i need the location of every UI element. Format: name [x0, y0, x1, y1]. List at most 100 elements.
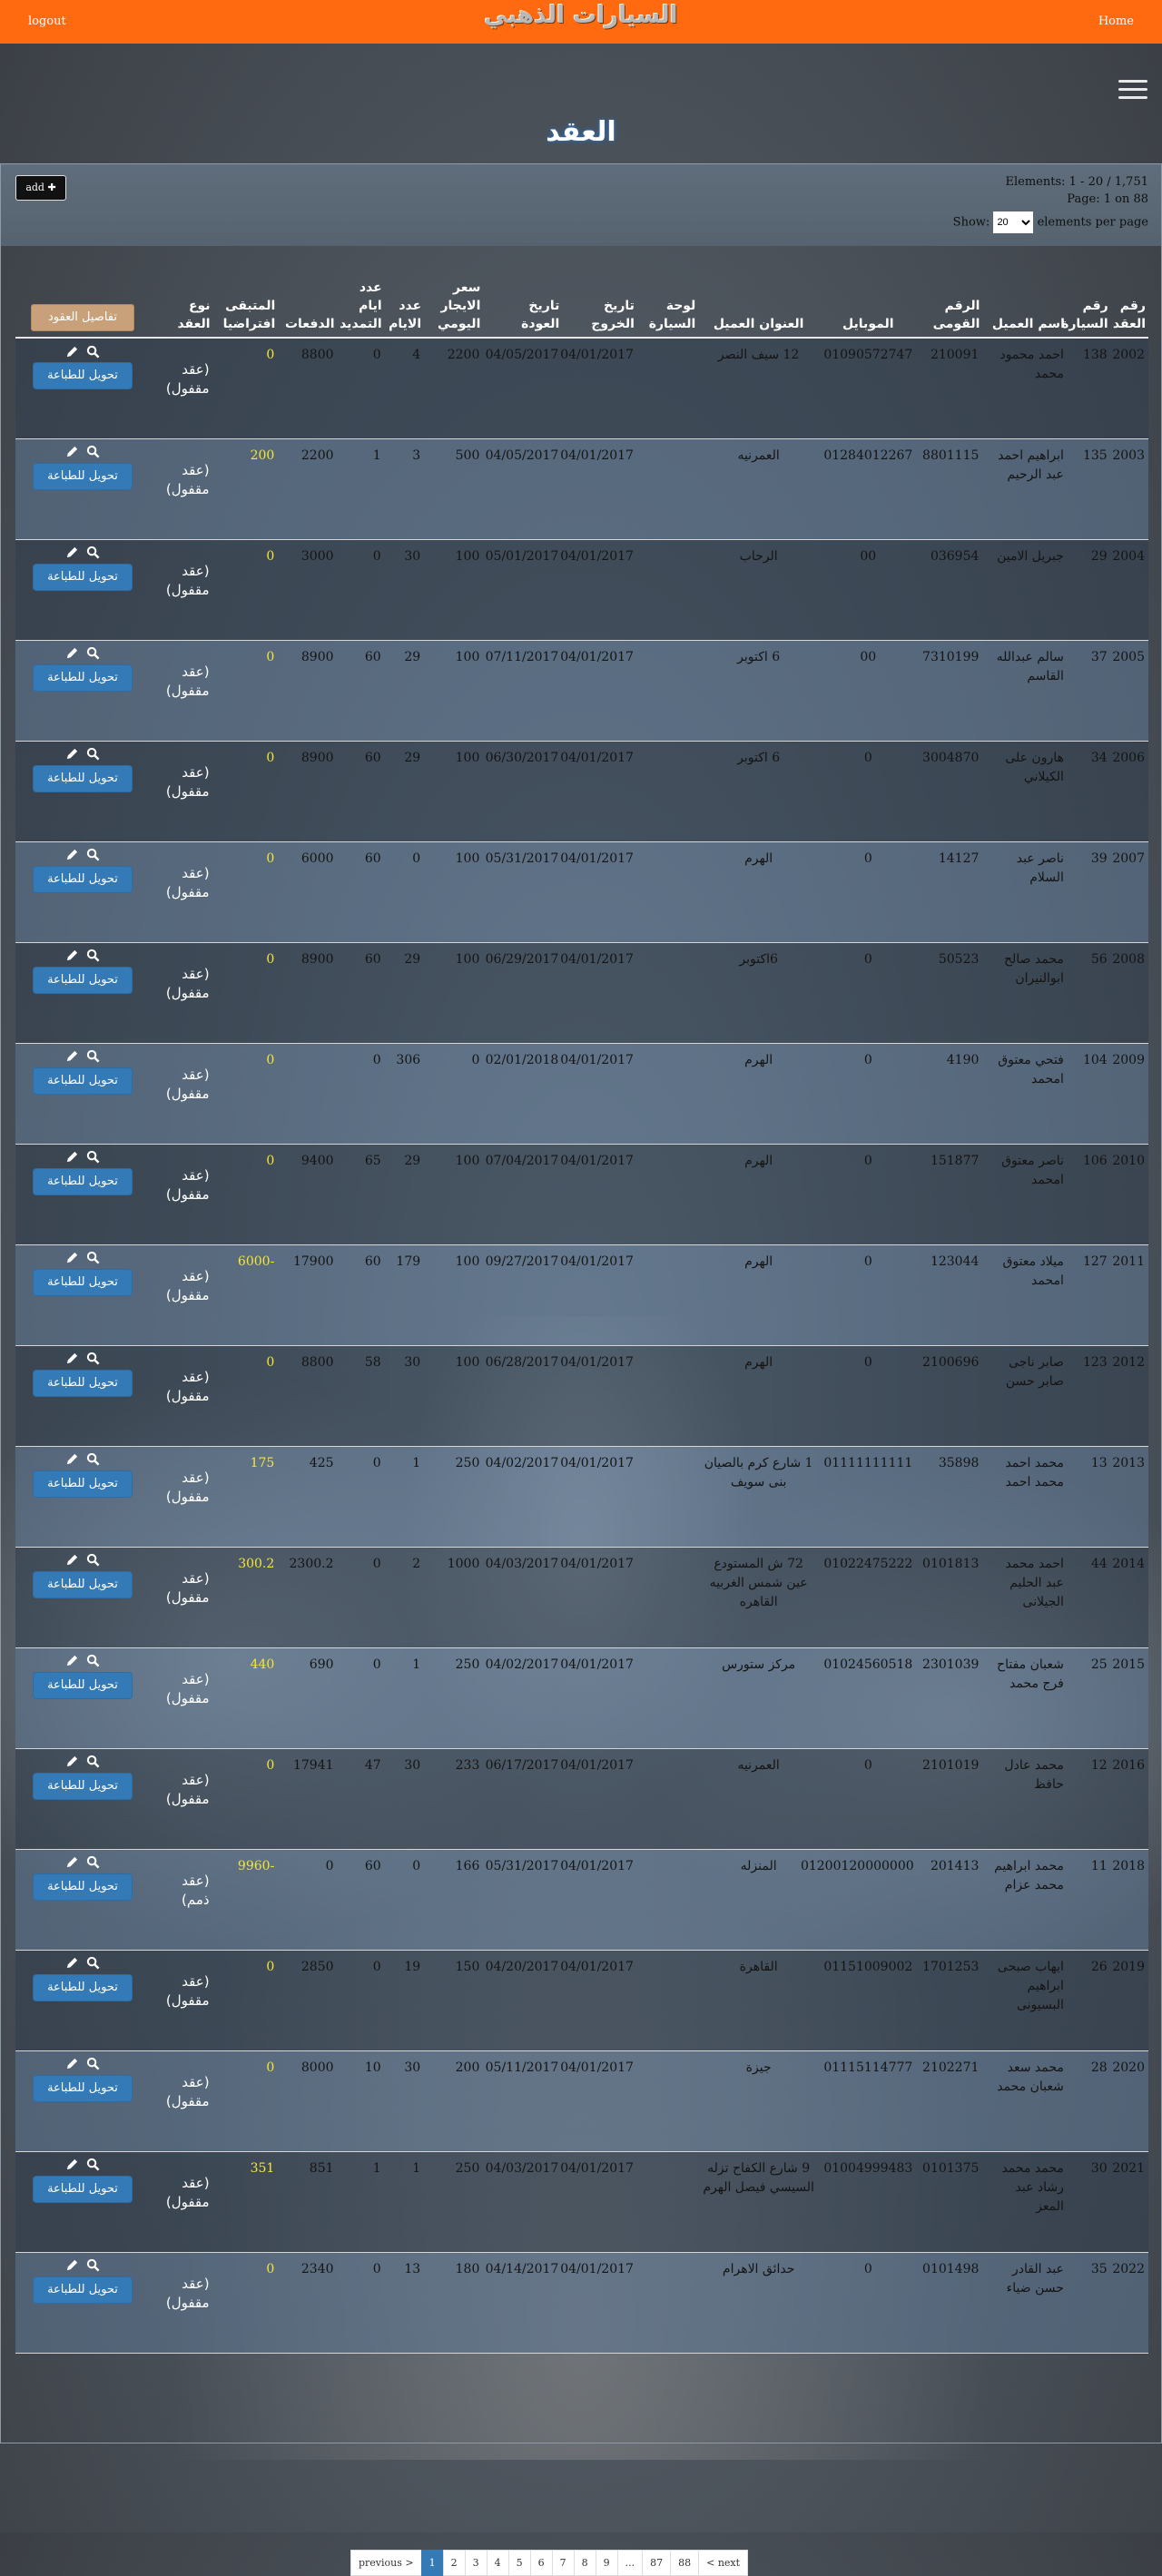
- print-button[interactable]: تحويل للطباعة: [33, 563, 133, 591]
- search-icon[interactable]: [86, 1049, 100, 1063]
- th-daily-rate[interactable]: سعر الايجار اليومي: [424, 255, 484, 339]
- search-icon[interactable]: [86, 546, 100, 559]
- th-payments[interactable]: الدفعات: [278, 255, 338, 339]
- print-button[interactable]: تحويل للطباعة: [33, 1671, 133, 1699]
- page-link[interactable]: 7: [551, 2550, 575, 2576]
- print-button[interactable]: تحويل للطباعة: [33, 1470, 133, 1498]
- page-link[interactable]: 6: [529, 2550, 553, 2576]
- th-remaining[interactable]: المتبقى افتراضيا: [212, 255, 279, 339]
- th-mobile[interactable]: الموبايل: [818, 255, 918, 339]
- print-button[interactable]: تحويل للطباعة: [33, 1067, 133, 1095]
- page-link[interactable]: 87: [642, 2550, 672, 2576]
- search-icon[interactable]: [86, 445, 100, 458]
- search-icon[interactable]: [86, 1150, 100, 1164]
- menu-hamburger-icon[interactable]: [1118, 80, 1147, 102]
- print-button[interactable]: تحويل للطباعة: [33, 2175, 133, 2203]
- search-icon[interactable]: [86, 1654, 100, 1667]
- cell-address: الرحاب: [739, 548, 778, 564]
- page-link[interactable]: 1: [420, 2550, 444, 2576]
- th-car-no[interactable]: رقم السيارة: [1061, 255, 1111, 339]
- page-link[interactable]: 3: [464, 2550, 487, 2576]
- edit-pencil-icon[interactable]: [65, 2258, 79, 2272]
- edit-pencil-icon[interactable]: [65, 1553, 79, 1567]
- search-icon[interactable]: [86, 2057, 100, 2070]
- print-button[interactable]: تحويل للطباعة: [33, 462, 133, 490]
- edit-pencil-icon[interactable]: [65, 1654, 79, 1667]
- page-link[interactable]: < next: [698, 2550, 749, 2576]
- th-ext-days[interactable]: عدد ايام التمديد: [337, 255, 385, 339]
- th-exit-date[interactable]: تاريخ الخروج: [562, 255, 637, 339]
- cell-contract-no: 2008: [1112, 951, 1145, 967]
- th-national-id[interactable]: الرقم القومى: [917, 255, 983, 339]
- th-address[interactable]: العنوان العميل: [698, 255, 819, 339]
- search-icon[interactable]: [86, 747, 100, 761]
- page-link[interactable]: 8: [573, 2550, 596, 2576]
- edit-pencil-icon[interactable]: [65, 1352, 79, 1365]
- cell-days: 13: [404, 2261, 421, 2276]
- print-button[interactable]: تحويل للطباعة: [33, 865, 133, 893]
- site-logo[interactable]: السيارات الذهبي: [454, 2, 708, 38]
- edit-pencil-icon[interactable]: [65, 1755, 79, 1768]
- contract-details-button[interactable]: تفاصيل العقود: [31, 304, 134, 331]
- th-return-date[interactable]: تاريخ العودة: [483, 255, 563, 339]
- print-button[interactable]: تحويل للطباعة: [33, 1369, 133, 1397]
- th-contract-type[interactable]: نوع العقد: [150, 255, 213, 339]
- print-button[interactable]: تحويل للطباعة: [33, 1873, 133, 1901]
- search-icon[interactable]: [86, 646, 100, 660]
- edit-pencil-icon[interactable]: [65, 848, 79, 861]
- page-link[interactable]: 2: [442, 2550, 466, 2576]
- edit-pencil-icon[interactable]: [65, 646, 79, 660]
- page-link[interactable]: 4: [486, 2550, 509, 2576]
- search-icon[interactable]: [86, 1452, 100, 1466]
- edit-pencil-icon[interactable]: [65, 1855, 79, 1869]
- cell-payments: 9400: [300, 1153, 334, 1168]
- search-icon[interactable]: [86, 949, 100, 962]
- page-link[interactable]: 9: [595, 2550, 618, 2576]
- edit-pencil-icon[interactable]: [65, 1150, 79, 1164]
- search-icon[interactable]: [86, 2158, 100, 2171]
- edit-pencil-icon[interactable]: [65, 445, 79, 458]
- print-button[interactable]: تحويل للطباعة: [33, 1268, 133, 1296]
- page-link[interactable]: previous >: [350, 2550, 422, 2576]
- logout-link[interactable]: logout: [28, 15, 66, 28]
- search-icon[interactable]: [86, 2258, 100, 2272]
- search-icon[interactable]: [86, 848, 100, 861]
- print-button[interactable]: تحويل للطباعة: [33, 664, 133, 692]
- search-icon[interactable]: [86, 1855, 100, 1869]
- edit-pencil-icon[interactable]: [65, 1452, 79, 1466]
- th-client-name[interactable]: اسم العميل: [982, 255, 1068, 339]
- print-button[interactable]: تحويل للطباعة: [33, 362, 133, 389]
- edit-pencil-icon[interactable]: [65, 546, 79, 559]
- print-button[interactable]: تحويل للطباعة: [33, 1167, 133, 1195]
- edit-pencil-icon[interactable]: [65, 2158, 79, 2171]
- search-icon[interactable]: [86, 1553, 100, 1567]
- search-icon[interactable]: [86, 345, 100, 359]
- edit-pencil-icon[interactable]: [65, 1049, 79, 1063]
- print-button[interactable]: تحويل للطباعة: [33, 966, 133, 994]
- per-page-select[interactable]: 20: [993, 211, 1034, 233]
- print-button[interactable]: تحويل للطباعة: [33, 1570, 133, 1598]
- edit-pencil-icon[interactable]: [65, 1251, 79, 1264]
- edit-pencil-icon[interactable]: [65, 2057, 79, 2070]
- th-days[interactable]: عدد الايام: [384, 255, 425, 339]
- edit-pencil-icon[interactable]: [65, 1956, 79, 1970]
- page-link[interactable]: 88: [670, 2550, 700, 2576]
- print-button[interactable]: تحويل للطباعة: [33, 1772, 133, 1800]
- print-button[interactable]: تحويل للطباعة: [33, 764, 133, 792]
- page-link[interactable]: 5: [507, 2550, 531, 2576]
- print-button[interactable]: تحويل للطباعة: [33, 2074, 133, 2102]
- print-button[interactable]: تحويل للطباعة: [33, 2276, 133, 2304]
- edit-pencil-icon[interactable]: [65, 747, 79, 761]
- add-button[interactable]: add ✚: [15, 175, 66, 201]
- cell-contract-no: 2022: [1112, 2261, 1145, 2276]
- search-icon[interactable]: [86, 1352, 100, 1365]
- search-icon[interactable]: [86, 1251, 100, 1264]
- th-plate[interactable]: لوحة السيارة: [636, 255, 699, 339]
- th-contract-no[interactable]: رقم العقد: [1110, 255, 1148, 339]
- search-icon[interactable]: [86, 1755, 100, 1768]
- search-icon[interactable]: [86, 1956, 100, 1970]
- edit-pencil-icon[interactable]: [65, 345, 79, 359]
- edit-pencil-icon[interactable]: [65, 949, 79, 962]
- print-button[interactable]: تحويل للطباعة: [33, 1973, 133, 2001]
- home-link[interactable]: Home: [1098, 15, 1134, 28]
